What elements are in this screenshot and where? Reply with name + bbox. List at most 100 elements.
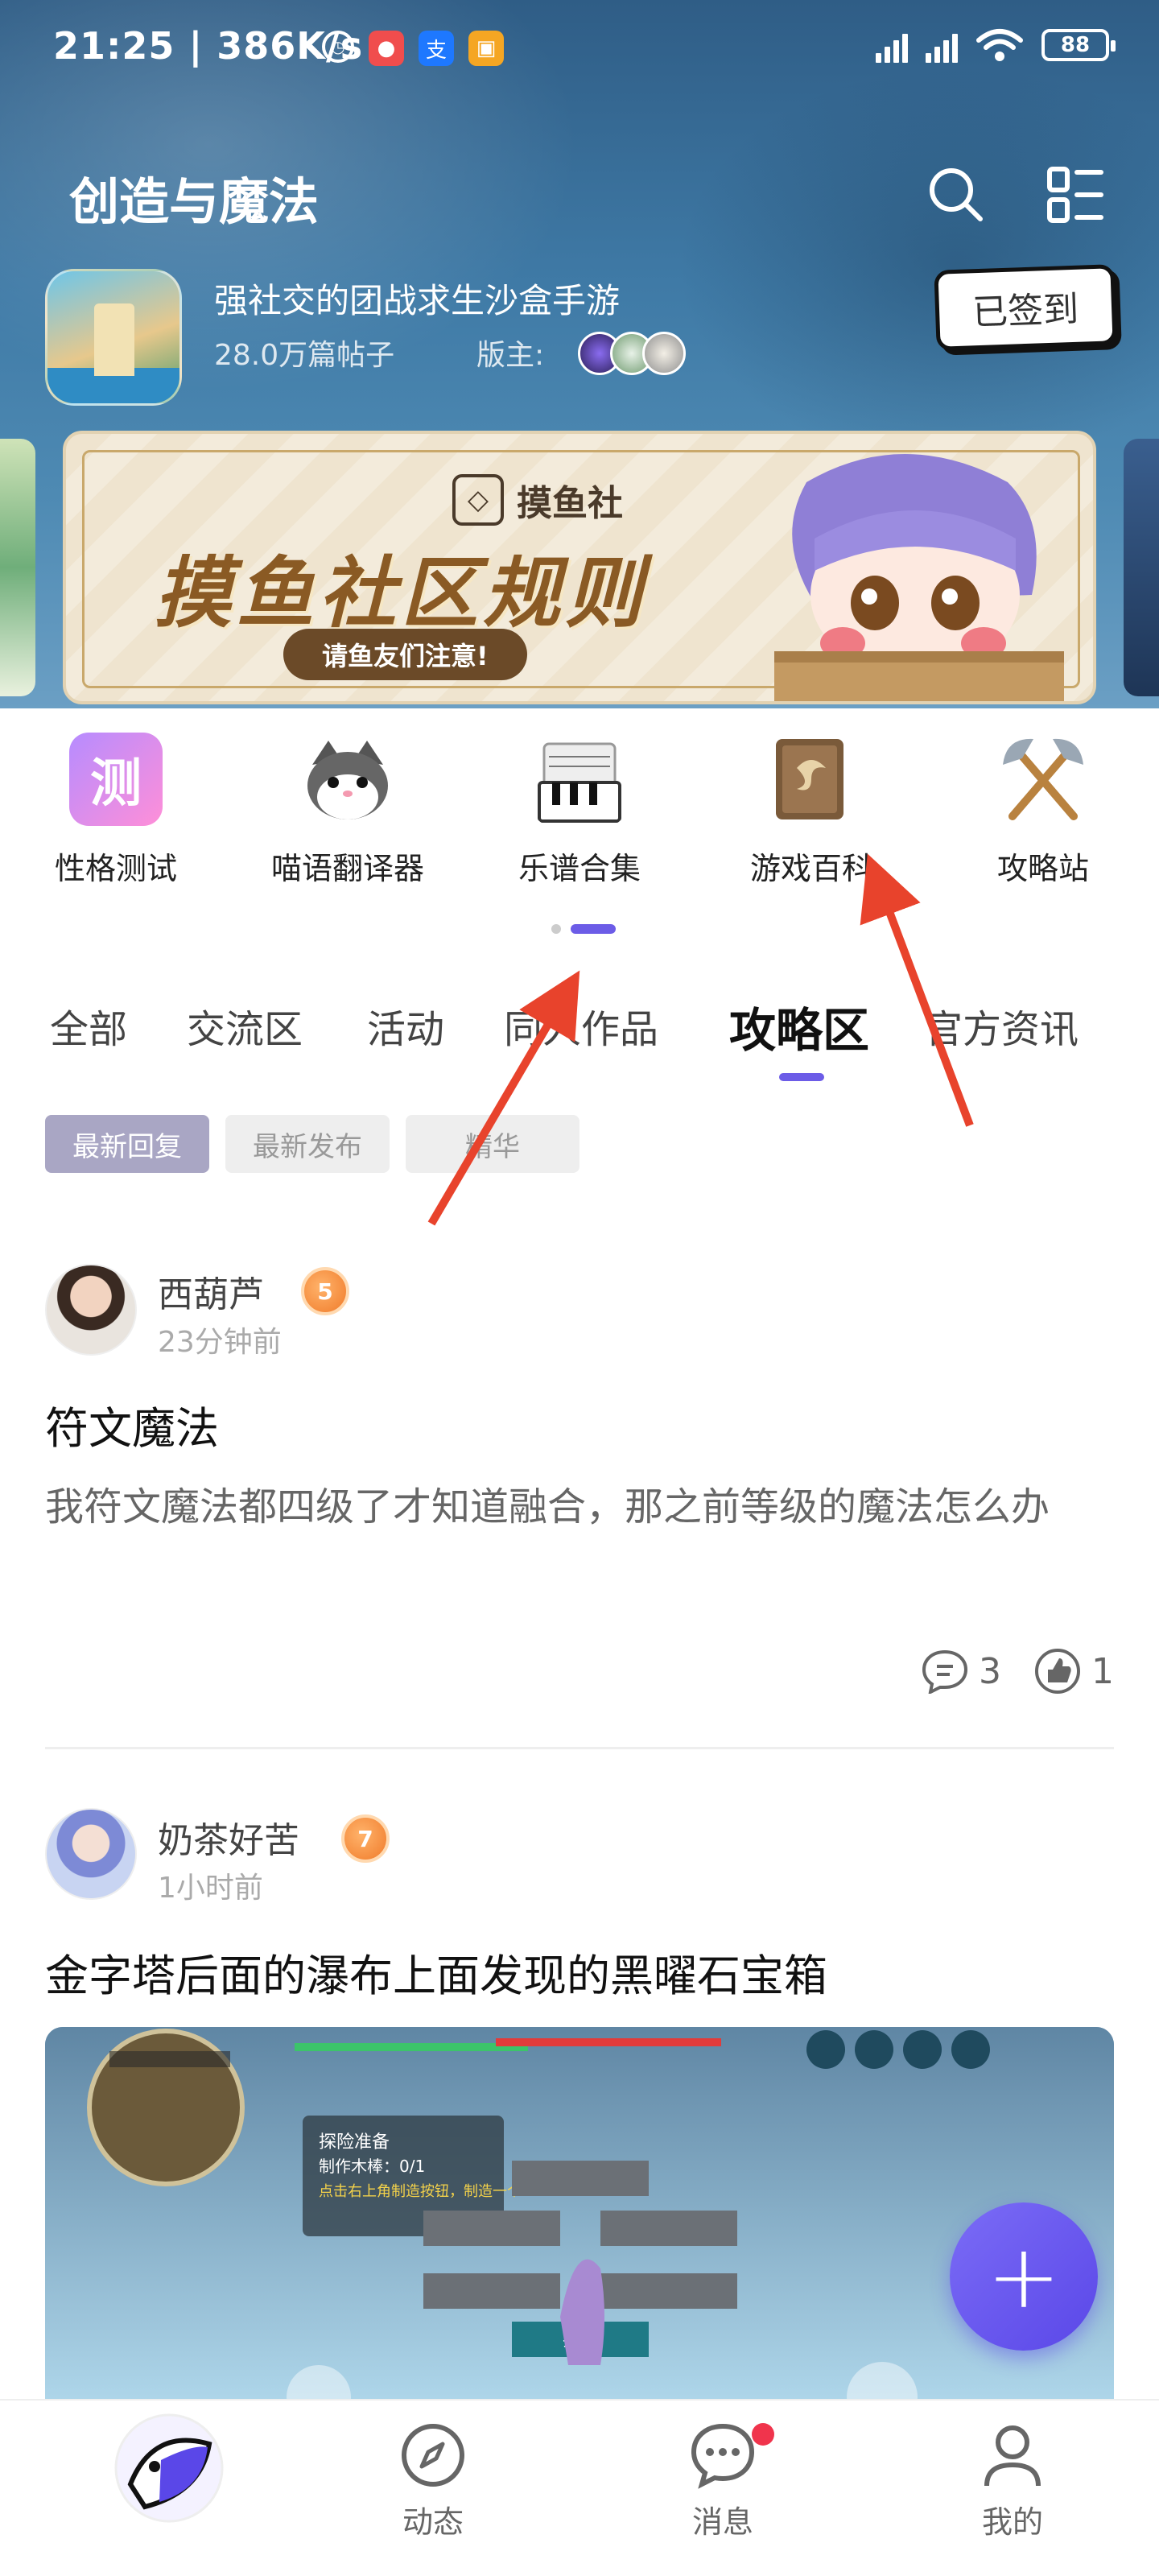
nav-profile[interactable]: 我的 xyxy=(932,2421,1093,2541)
banner-next-peek[interactable] xyxy=(1124,439,1159,696)
entry-cat-translator[interactable]: 喵语翻译器 xyxy=(259,733,436,902)
tab-official-news[interactable]: 官方资讯 xyxy=(924,997,1079,1054)
personality-test-icon: 测 xyxy=(69,733,163,826)
moderator-avatars[interactable] xyxy=(578,332,686,375)
record-app-icon: ● xyxy=(369,31,404,66)
tab-all[interactable]: 全部 xyxy=(50,997,127,1054)
like-icon xyxy=(1035,1649,1080,1694)
search-icon[interactable] xyxy=(924,163,988,227)
plus-icon: + xyxy=(986,2225,1062,2328)
avatar[interactable] xyxy=(45,1808,137,1900)
entry-guide-site[interactable]: 攻略站 xyxy=(955,733,1132,902)
entry-music-scores[interactable]: 乐谱合集 xyxy=(491,733,668,902)
home-fish-icon xyxy=(114,2413,224,2523)
battery-icon: 88 xyxy=(1041,29,1116,61)
forum-slogan: 强社交的团战求生沙盒手游 xyxy=(214,281,621,320)
entry-label: 乐谱合集 xyxy=(518,851,641,886)
post-time: 1小时前 xyxy=(158,1872,263,1905)
sort-featured[interactable]: 精华 xyxy=(406,1115,580,1173)
signal-icon xyxy=(876,27,908,63)
anime-character-illustration xyxy=(774,454,1064,701)
banner-carousel[interactable]: ◇ 摸鱼社 摸鱼社区规则 请鱼友们注意! xyxy=(0,431,1159,704)
nav-label: 消息 xyxy=(691,2504,753,2540)
post-title[interactable]: 符文魔法 xyxy=(45,1393,219,1456)
game-screenshot: 探险准备 制作木棒：0/1 点击右上角制造按钮，制造一个 打开 xyxy=(45,2027,1114,2429)
compass-icon xyxy=(402,2424,464,2487)
bottom-nav: 动态 消息 我的 xyxy=(0,2399,1159,2576)
level-badge: 7 xyxy=(341,1814,390,1863)
post-image[interactable]: 探险准备 制作木棒：0/1 点击右上角制造按钮，制造一个 打开 xyxy=(45,2027,1114,2429)
post-body[interactable]: 我符文魔法都四级了才知道融合，那之前等级的魔法怎么办 xyxy=(45,1478,1107,1536)
chat-icon xyxy=(691,2423,755,2489)
nav-label: 动态 xyxy=(402,2504,464,2540)
forum-post-count: 28.0万篇帖子 xyxy=(214,339,395,372)
banner-title: 摸鱼社区规则 xyxy=(155,548,647,638)
forum-title: 创造与魔法 xyxy=(69,172,320,231)
post-time: 23分钟前 xyxy=(158,1326,282,1359)
tab-fan-works[interactable]: 同人作品 xyxy=(504,997,658,1054)
moderator-label: 版主: xyxy=(476,339,545,372)
crossed-axes-icon xyxy=(1003,738,1083,820)
notification-dot xyxy=(752,2423,774,2446)
app-icon-tower xyxy=(94,303,134,376)
tab-guides[interactable]: 攻略区 xyxy=(729,993,869,1060)
shop-app-icon: ▣ xyxy=(468,31,504,66)
banner-brand-text: 摸鱼社 xyxy=(517,483,623,524)
username[interactable]: 奶茶好苦 xyxy=(158,1811,299,1863)
status-time: 21:25 | 386K/s xyxy=(53,24,364,68)
banner-brand: ◇ 摸鱼社 xyxy=(452,474,623,526)
post-stats: 3 1 xyxy=(921,1647,1114,1695)
post-divider xyxy=(45,1747,1114,1749)
entry-label: 喵语翻译器 xyxy=(270,851,424,886)
post-title[interactable]: 金字塔后面的瀑布上面发现的黑曜石宝箱 xyxy=(45,1940,827,2004)
profile-icon xyxy=(984,2425,1041,2487)
new-post-button[interactable]: + xyxy=(950,2202,1098,2351)
entry-personality-test[interactable]: 测 性格测试 xyxy=(27,733,204,902)
clock: 21:25 xyxy=(53,24,175,68)
level-badge: 5 xyxy=(301,1267,349,1315)
entry-label: 攻略站 xyxy=(996,851,1089,886)
encyclopedia-book-icon xyxy=(776,739,843,819)
status-right: 88 xyxy=(876,27,1116,63)
banner-prev-peek[interactable] xyxy=(0,439,35,696)
quick-entries: 测 性格测试 喵语翻译器 乐谱合集 游戏百科 攻略站 xyxy=(0,733,1159,902)
wifi-icon xyxy=(976,29,1023,61)
comment-stat[interactable]: 3 xyxy=(921,1649,1001,1694)
sort-latest-reply[interactable]: 最新回复 xyxy=(45,1115,209,1173)
signin-button[interactable]: 已签到 xyxy=(934,264,1117,351)
status-notification-icons: ◷ ● 支 ▣ xyxy=(322,31,504,66)
entry-label: 游戏百科 xyxy=(749,851,872,886)
username[interactable]: 西葫芦 xyxy=(158,1265,264,1317)
entry-game-wiki[interactable]: 游戏百科 xyxy=(723,733,900,902)
forum-info: 强社交的团战求生沙盒手游 28.0万篇帖子 版主: 已签到 xyxy=(0,258,1159,411)
like-stat[interactable]: 1 xyxy=(1033,1647,1114,1695)
page-dot-active xyxy=(571,924,616,934)
tab-events[interactable]: 活动 xyxy=(367,997,444,1054)
page-dot xyxy=(551,924,561,934)
signal-icon-2 xyxy=(926,27,958,63)
avatar[interactable] xyxy=(45,1264,137,1356)
menu-icon[interactable] xyxy=(1045,163,1106,227)
game-panel-line2: 点击右上角制造按钮，制造一个 xyxy=(319,2183,522,2200)
sort-latest-post[interactable]: 最新发布 xyxy=(225,1115,390,1173)
nav-feed[interactable]: 动态 xyxy=(353,2421,514,2541)
tab-indicator xyxy=(779,1073,824,1081)
like-count: 1 xyxy=(1091,1650,1114,1692)
game-app-icon[interactable] xyxy=(45,269,182,406)
alarm-icon: ◷ xyxy=(322,31,354,63)
cat-translator-icon xyxy=(307,741,388,819)
alipay-icon: 支 xyxy=(419,31,454,66)
entries-page-indicator xyxy=(551,924,616,934)
battery-level: 88 xyxy=(1060,33,1091,57)
tab-discussion[interactable]: 交流区 xyxy=(187,997,303,1054)
nav-home[interactable] xyxy=(89,2412,250,2528)
comment-count: 3 xyxy=(979,1650,1001,1692)
piano-icon xyxy=(538,742,621,823)
fish-logo-icon: ◇ xyxy=(452,474,504,526)
entry-label: 性格测试 xyxy=(54,851,177,886)
banner[interactable]: ◇ 摸鱼社 摸鱼社区规则 请鱼友们注意! xyxy=(63,431,1096,704)
top-bar: 创造与魔法 xyxy=(0,145,1159,242)
status-bar: 21:25 | 386K/s ◷ ● 支 ▣ 88 xyxy=(0,0,1159,105)
game-panel-line1: 制作木棒：0/1 xyxy=(319,2157,425,2176)
nav-messages[interactable]: 消息 xyxy=(642,2421,803,2541)
